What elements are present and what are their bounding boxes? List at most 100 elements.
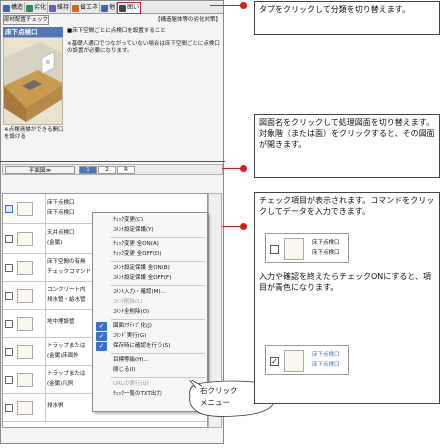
menu-protect-all-off[interactable]: ｺﾒﾝﾄ設定保護 全OFF(F)	[113, 274, 207, 283]
tab-enclosure[interactable]: 囲い	[117, 2, 142, 14]
menu-separator	[111, 353, 205, 354]
sample-sublabel: 床下点検口	[312, 362, 340, 368]
topic-description: ■床下空間ごとに点検口を設置すること	[67, 28, 166, 34]
underfloor-icon	[17, 261, 33, 275]
menu-comment-delete-all[interactable]: ｺﾒﾝﾄ全削除(O)	[113, 308, 207, 317]
item-label: トラップまたは	[47, 371, 86, 377]
menu-execute-command[interactable]: ｺﾏﾝﾄﾞ実行(G)	[113, 332, 207, 341]
item-checkbox[interactable]	[5, 348, 13, 356]
sample-item-unchecked: 床下点検口 床下点検口	[265, 233, 349, 263]
trap-legend-icon	[17, 373, 33, 387]
item-label: コンクリート内	[47, 287, 86, 293]
check-connector-dot	[240, 223, 247, 230]
topic-title: 床下点検口	[3, 27, 63, 37]
drawing-connector-dot	[240, 165, 247, 172]
menu-comment-delete: ｺﾒﾝﾄ削除(L)	[113, 299, 143, 305]
callout-line2: メニュー	[200, 398, 230, 407]
pipe-icon	[17, 289, 33, 303]
item-checkbox[interactable]	[5, 292, 13, 300]
checkmark-icon: ✓	[96, 322, 107, 331]
ceiling-hatch-icon	[17, 232, 33, 246]
tabs-connector-dot	[240, 2, 247, 9]
item-checkbox[interactable]	[5, 264, 13, 272]
structure-icon	[3, 4, 10, 12]
menu-confirm-on-save[interactable]: 保存時に確認を行う(S)	[113, 342, 207, 351]
tab-energy[interactable]: 省エネ	[71, 2, 101, 14]
item-sublabel: (金属)凡例	[47, 381, 74, 387]
item-label: 床下空間の有無	[47, 259, 86, 265]
item-sublabel: (金属)	[47, 240, 63, 246]
floor-roof-button[interactable]: R	[117, 166, 135, 174]
hatch-icon	[284, 238, 304, 260]
sample-checkbox-checked: ✓	[270, 357, 279, 366]
menu-separator	[111, 377, 205, 378]
floor-1-button[interactable]: 1	[79, 166, 97, 174]
tabs-connector	[210, 5, 242, 6]
header-row: 部材配置チェック 【構造躯体等の劣化対策】	[3, 15, 223, 26]
menu-comment-protect[interactable]: ｺﾒﾝﾄ設定保護(Y)	[113, 226, 207, 235]
item-sublabel: 排水管・給水管	[47, 297, 86, 303]
topic-note: ※点検清掃ができる開口を設ける	[4, 127, 64, 140]
tab-other[interactable]: 他	[100, 2, 118, 14]
buried-pipe-icon	[17, 317, 33, 331]
menu-activate-drawing[interactable]: 図面ｱｸﾃｨﾌﾞ化(J)	[113, 322, 207, 331]
item-checkbox[interactable]	[5, 376, 13, 384]
item-checkbox[interactable]	[5, 235, 13, 243]
checkmark-icon: ✓	[96, 342, 107, 351]
item-label: 天井点検口	[47, 230, 75, 236]
checkmark-icon: ✓	[96, 332, 107, 341]
drain-basin-icon	[17, 401, 33, 415]
drawing-row: 平面図≫ 1 2 R	[2, 164, 223, 175]
sample-label: 床下点検口	[312, 352, 340, 358]
menu-comment-input[interactable]: ｺﾒﾝﾄ入力・確認(M)...	[113, 288, 207, 297]
member-check-button[interactable]: 部材配置チェック	[3, 15, 49, 25]
item-sublabel: 床下点検口	[47, 210, 75, 216]
sample-checkbox	[270, 245, 279, 254]
item-sublabel: チェックコマンド	[47, 269, 92, 275]
check-note-text-2: 入力や確認を終えたらチェックONにすると、項目が青色になります。	[259, 272, 432, 292]
energy-icon	[72, 4, 80, 12]
sample-sublabel: 床下点検口	[312, 250, 340, 256]
item-label: トラップまたは	[47, 343, 86, 349]
item-label: 排水桝	[47, 403, 64, 409]
item-sublabel: (金属)床面外	[47, 353, 79, 359]
enclosure-icon	[119, 4, 127, 12]
deterioration-icon	[26, 4, 34, 12]
hatch-icon	[17, 202, 33, 216]
tab-deterioration[interactable]: 劣化	[25, 2, 49, 14]
menu-check-all-on[interactable]: ﾁｪｯｸ変更 全ON(A)	[113, 240, 207, 249]
item-checkbox[interactable]	[5, 320, 13, 328]
category-title: 【構造躯体等の劣化対策】	[154, 17, 221, 23]
topic-remark: ※基礎人通口でつながっていない場合は床下空間ごとに点検口の設置が必要になります。	[67, 41, 220, 54]
tab-maintenance[interactable]: 維持	[48, 2, 72, 14]
item-label: 床下点検口	[47, 200, 75, 206]
drawing-connector-box	[0, 161, 225, 162]
menu-separator	[111, 261, 205, 262]
item-checkbox[interactable]	[5, 205, 13, 213]
drawing-note: 図面名をクリックして処理図面を切り替えます。対象階（または面）をクリックすると、…	[254, 114, 440, 178]
trap-icon	[17, 345, 33, 359]
maintenance-icon	[49, 4, 57, 12]
tabs-note: タブをクリックして分類を切り替えます。	[254, 1, 440, 35]
hatch-icon	[284, 350, 304, 372]
item-checkbox[interactable]	[5, 404, 13, 412]
floor-2-button[interactable]: 2	[98, 166, 116, 174]
drawing-connector	[222, 168, 242, 169]
check-items-note: チェック項目が表示されます。コマンドをクリックしてデータを入力できます。 床下点…	[254, 192, 440, 404]
menu-separator	[111, 319, 205, 320]
menu-check-all-off[interactable]: ﾁｪｯｸ変更 全OFF(D)	[113, 250, 207, 259]
menu-target-grade[interactable]: 目標等級(H)...	[113, 356, 207, 365]
sample-label: 床下点検口	[312, 240, 340, 246]
menu-separator	[111, 285, 205, 286]
menu-separator	[111, 237, 205, 238]
sample-item-checked: ✓ 床下点検口 床下点検口	[265, 345, 349, 375]
check-connector	[222, 226, 242, 227]
menu-check-change[interactable]: ﾁｪｯｸ変更(C)	[113, 216, 207, 225]
drawing-name-button[interactable]: 平面図≫	[5, 166, 75, 174]
tab-structure[interactable]: 構造	[2, 2, 26, 14]
menu-close[interactable]: 閉じる(I)	[113, 366, 207, 375]
other-icon	[101, 4, 109, 12]
check-note-text: チェック項目が表示されます。コマンドをクリックしてデータを入力できます。	[259, 196, 435, 216]
menu-protect-all-on[interactable]: ｺﾒﾝﾄ設定保護 全ON(B)	[113, 264, 207, 273]
item-label: 地中埋設管	[47, 319, 75, 325]
